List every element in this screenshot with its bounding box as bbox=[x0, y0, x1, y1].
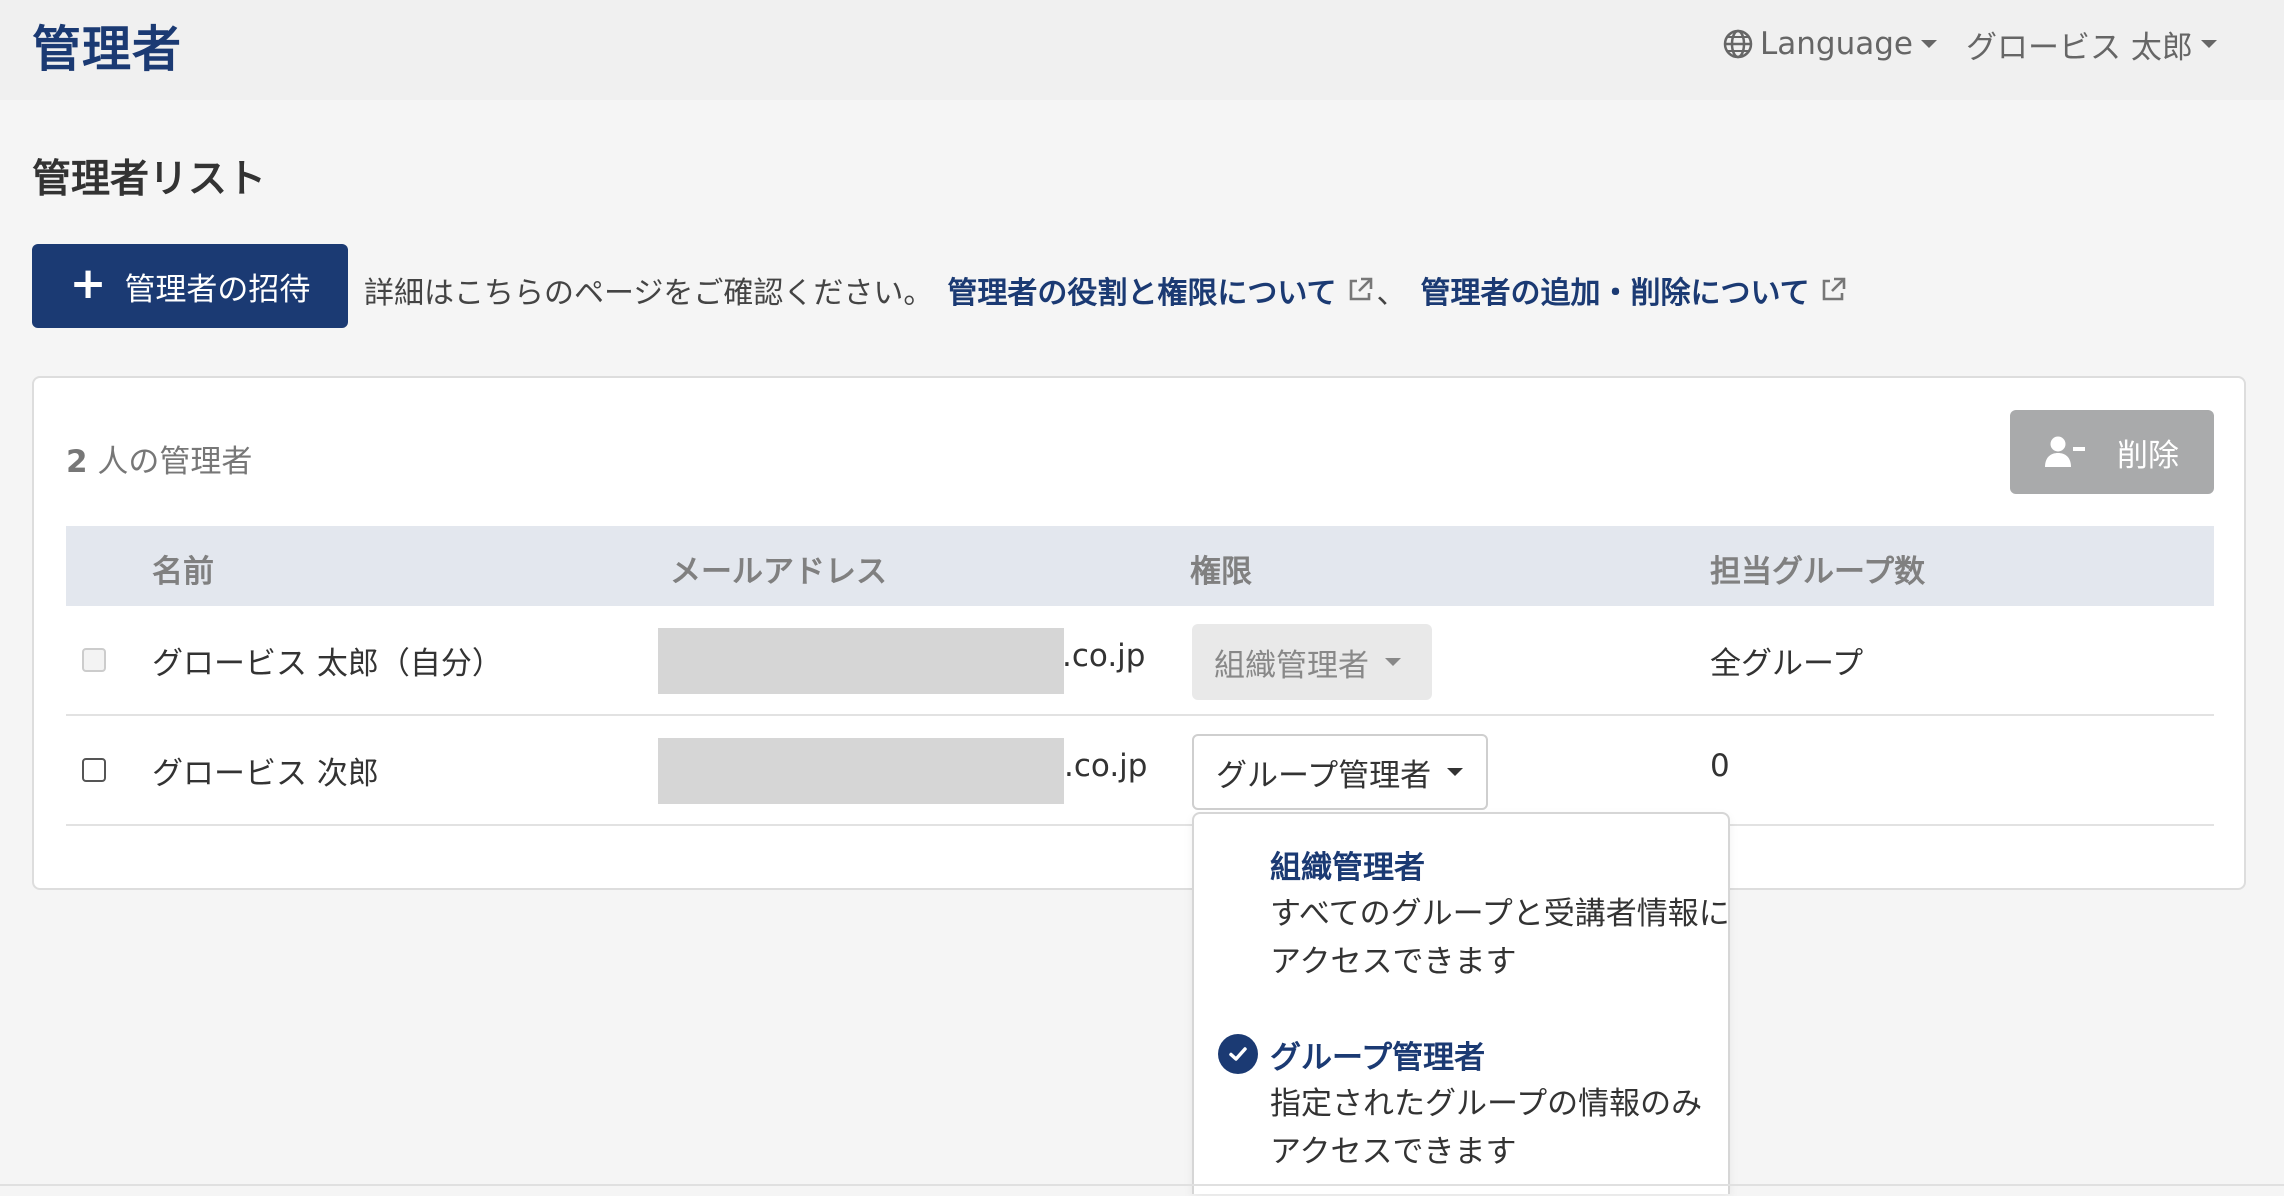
table-row: グロービス 次郎 .co.jp グループ管理者 0 bbox=[66, 716, 2214, 826]
caret-down-icon bbox=[1447, 768, 1464, 776]
page-title: 管理者リスト bbox=[32, 157, 267, 202]
role-option-desc-line: アクセスできます bbox=[1270, 1134, 1517, 1170]
role-option-group[interactable]: グループ管理者 指定されたグループの情報のみ アクセスできます bbox=[1194, 1004, 1728, 1196]
column-header-groups[interactable]: 担当グループ数 bbox=[1710, 546, 1925, 591]
invite-admin-label: 管理者の招待 bbox=[124, 271, 311, 308]
globe-icon bbox=[1723, 29, 1753, 59]
admin-count-number: 2 bbox=[66, 444, 88, 480]
redacted-email bbox=[658, 738, 1064, 804]
caret-down-icon bbox=[1921, 40, 1937, 48]
roles-help-link-label: 管理者の役割と権限について bbox=[947, 276, 1337, 311]
check-circle-icon bbox=[1218, 1034, 1258, 1074]
role-option-title: 組織管理者 bbox=[1270, 850, 1425, 886]
table-row: グロービス 太郎（自分） .co.jp 組織管理者 全グループ bbox=[66, 606, 2214, 716]
language-menu[interactable]: Language bbox=[1722, 24, 1937, 64]
delete-admin-button[interactable]: 削除 bbox=[2010, 410, 2214, 494]
role-option-desc-line: 指定されたグループの情報のみ bbox=[1270, 1086, 1703, 1122]
role-option-organization[interactable]: 組織管理者 すべてのグループと受講者情報に アクセスできます bbox=[1194, 814, 1730, 1004]
external-link-icon[interactable] bbox=[1816, 273, 1850, 307]
email-suffix: .co.jp bbox=[1062, 638, 1146, 674]
column-header-role[interactable]: 権限 bbox=[1190, 546, 1252, 591]
admin-name: グロービス 太郎（自分） bbox=[152, 646, 503, 682]
role-select-value: 組織管理者 bbox=[1214, 647, 1369, 684]
info-row: 詳細はこちらのページをご確認ください。 管理者の役割と権限について 、 管理者の… bbox=[364, 266, 1850, 314]
plus-icon: + bbox=[69, 258, 107, 309]
external-link-icon[interactable] bbox=[1343, 273, 1377, 307]
user-menu[interactable]: グロービス 太郎 bbox=[1966, 24, 2217, 66]
role-dropdown-menu: 組織管理者 すべてのグループと受講者情報に アクセスできます グループ管理者 指… bbox=[1192, 812, 1730, 1194]
role-option-desc-line: アクセスできます bbox=[1270, 944, 1517, 980]
roles-help-link[interactable]: 管理者の役割と権限について bbox=[947, 268, 1336, 312]
caret-down-icon bbox=[1385, 658, 1401, 666]
user-name: グロービス 太郎 bbox=[1966, 29, 2193, 66]
language-label: Language bbox=[1760, 26, 1913, 62]
row-checkbox bbox=[82, 648, 106, 672]
footer-divider bbox=[0, 1184, 2284, 1186]
group-count: 全グループ bbox=[1710, 646, 1864, 682]
admin-name: グロービス 次郎 bbox=[152, 756, 379, 792]
admin-count: 2 人の管理者 bbox=[66, 436, 252, 481]
role-option-title: グループ管理者 bbox=[1270, 1040, 1486, 1076]
role-select[interactable]: グループ管理者 bbox=[1192, 734, 1488, 810]
column-header-email[interactable]: メールアドレス bbox=[670, 546, 887, 591]
admin-count-suffix: 人の管理者 bbox=[87, 444, 253, 480]
role-select-disabled: 組織管理者 bbox=[1192, 624, 1432, 700]
role-option-description: 指定されたグループの情報のみ アクセスできます bbox=[1270, 1080, 1740, 1176]
add-remove-help-link-label: 管理者の追加・削除について bbox=[1420, 276, 1810, 311]
link-separator: 、 bbox=[1376, 276, 1407, 311]
role-select-value: グループ管理者 bbox=[1216, 757, 1432, 794]
remove-user-icon bbox=[2045, 436, 2085, 467]
info-text: 詳細はこちらのページをご確認ください。 bbox=[364, 276, 934, 311]
invite-admin-button[interactable]: + 管理者の招待 bbox=[32, 244, 348, 328]
role-option-desc-line: すべてのグループと受講者情報に bbox=[1270, 896, 1730, 932]
add-remove-help-link[interactable]: 管理者の追加・削除について bbox=[1421, 268, 1810, 312]
column-header-name[interactable]: 名前 bbox=[152, 546, 214, 591]
delete-admin-label: 削除 bbox=[2117, 437, 2179, 474]
row-checkbox[interactable] bbox=[82, 758, 106, 782]
group-count: 0 bbox=[1710, 748, 1730, 784]
email-suffix: .co.jp bbox=[1064, 748, 1148, 784]
role-option-description: すべてのグループと受講者情報に アクセスできます bbox=[1270, 890, 1740, 986]
table-header: 名前 メールアドレス 権限 担当グループ数 bbox=[66, 526, 2214, 606]
redacted-email bbox=[658, 628, 1064, 694]
caret-down-icon bbox=[2200, 40, 2217, 48]
top-bar: 管理者 Language グロービス 太郎 bbox=[0, 0, 2284, 100]
app-title: 管理者 bbox=[32, 21, 183, 78]
